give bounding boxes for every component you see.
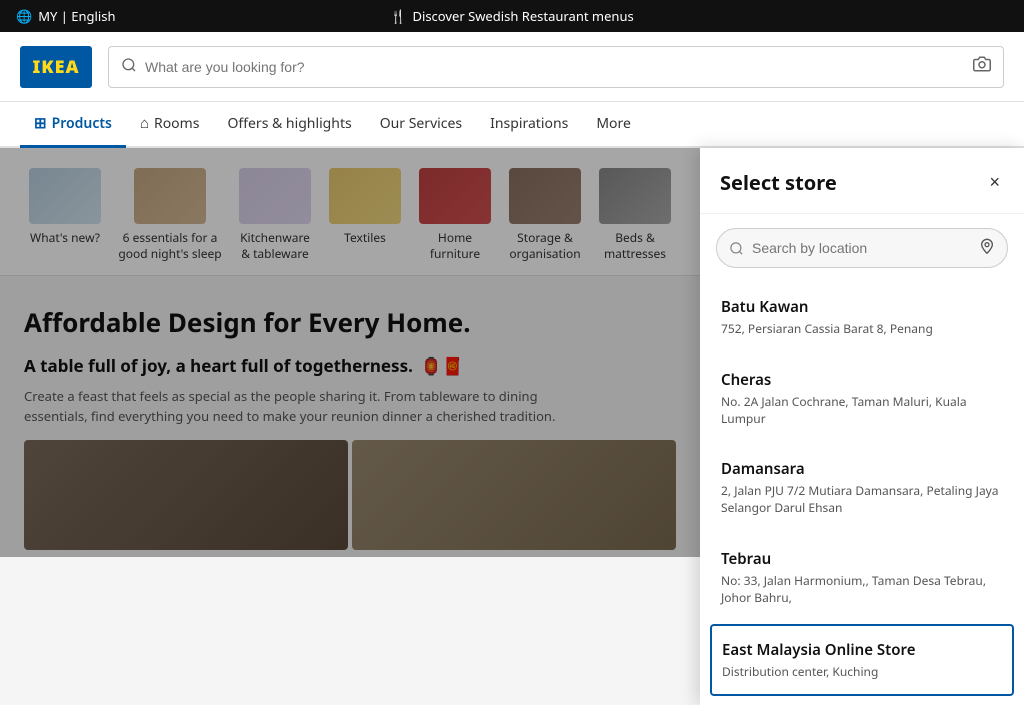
products-icon: ⊞ [34, 113, 47, 133]
camera-icon[interactable] [973, 55, 991, 78]
nav-label-offers: Offers & highlights [227, 114, 351, 133]
nav-label-more: More [596, 114, 631, 133]
search-input[interactable] [145, 59, 965, 75]
nav-item-services[interactable]: Our Services [366, 102, 476, 148]
globe-icon: 🌐 [16, 7, 32, 25]
nav-item-offers[interactable]: Offers & highlights [213, 102, 365, 148]
location-pin-icon[interactable] [979, 237, 995, 259]
store-address: 2, Jalan PJU 7/2 Mutiara Damansara, Peta… [721, 483, 1003, 517]
store-name: Batu Kawan [721, 297, 1003, 317]
search-bar[interactable] [108, 46, 1004, 88]
store-item[interactable]: Damansara 2, Jalan PJU 7/2 Mutiara Daman… [710, 444, 1014, 532]
announcement-bar: 🌐 MY | English 🍴 Discover Swedish Restau… [0, 0, 1024, 32]
panel-header: Select store × [700, 148, 1024, 214]
nav-item-inspirations[interactable]: Inspirations [476, 102, 582, 148]
language-selector[interactable]: 🌐 MY | English [16, 7, 116, 25]
promo-banner: 🍴 Discover Swedish Restaurant menus [390, 7, 633, 25]
location-search-bar[interactable] [716, 228, 1008, 268]
location-search-input[interactable] [752, 240, 971, 256]
store-panel: Select store × Batu Kawan 752, Persiaran… [700, 148, 1024, 705]
fork-icon: 🍴 [390, 7, 406, 25]
language-label: MY | English [38, 7, 115, 25]
header: IKEA [0, 32, 1024, 102]
store-name: Damansara [721, 459, 1003, 479]
store-address: No. 2A Jalan Cochrane, Taman Maluri, Kua… [721, 394, 1003, 428]
store-item[interactable]: Batu Kawan 752, Persiaran Cassia Barat 8… [710, 282, 1014, 353]
store-name: Tebrau [721, 549, 1003, 569]
nav-item-rooms[interactable]: ⌂ Rooms [126, 101, 214, 148]
close-button[interactable]: × [985, 168, 1004, 197]
nav-item-more[interactable]: More [582, 102, 645, 148]
promo-text: Discover Swedish Restaurant menus [412, 7, 633, 25]
rooms-icon: ⌂ [140, 113, 149, 133]
nav-label-products: Products [52, 114, 112, 133]
nav-item-products[interactable]: ⊞ Products [20, 101, 126, 148]
navigation: ⊞ Products ⌂ Rooms Offers & highlights O… [0, 102, 1024, 148]
store-name: East Malaysia Online Store [722, 640, 1002, 660]
store-address: No: 33, Jalan Harmonium,, Taman Desa Teb… [721, 573, 1003, 607]
search-location-icon [729, 241, 744, 256]
store-item[interactable]: East Malaysia Online Store Distribution … [710, 624, 1014, 697]
panel-title: Select store [720, 169, 837, 196]
store-name: Cheras [721, 370, 1003, 390]
nav-label-inspirations: Inspirations [490, 114, 568, 133]
search-icon [121, 56, 137, 78]
store-item[interactable]: Cheras No. 2A Jalan Cochrane, Taman Malu… [710, 355, 1014, 443]
nav-label-rooms: Rooms [154, 114, 199, 133]
nav-label-services: Our Services [380, 114, 462, 133]
store-list: Batu Kawan 752, Persiaran Cassia Barat 8… [700, 282, 1024, 705]
store-address: 752, Persiaran Cassia Barat 8, Penang [721, 321, 1003, 338]
store-item[interactable]: Tebrau No: 33, Jalan Harmonium,, Taman D… [710, 534, 1014, 622]
main-area: What's new? 6 essentials for a good nigh… [0, 148, 1024, 557]
ikea-logo[interactable]: IKEA [20, 46, 92, 88]
main-content: What's new? 6 essentials for a good nigh… [0, 148, 700, 557]
store-address: Distribution center, Kuching [722, 664, 1002, 681]
overlay [0, 148, 700, 557]
